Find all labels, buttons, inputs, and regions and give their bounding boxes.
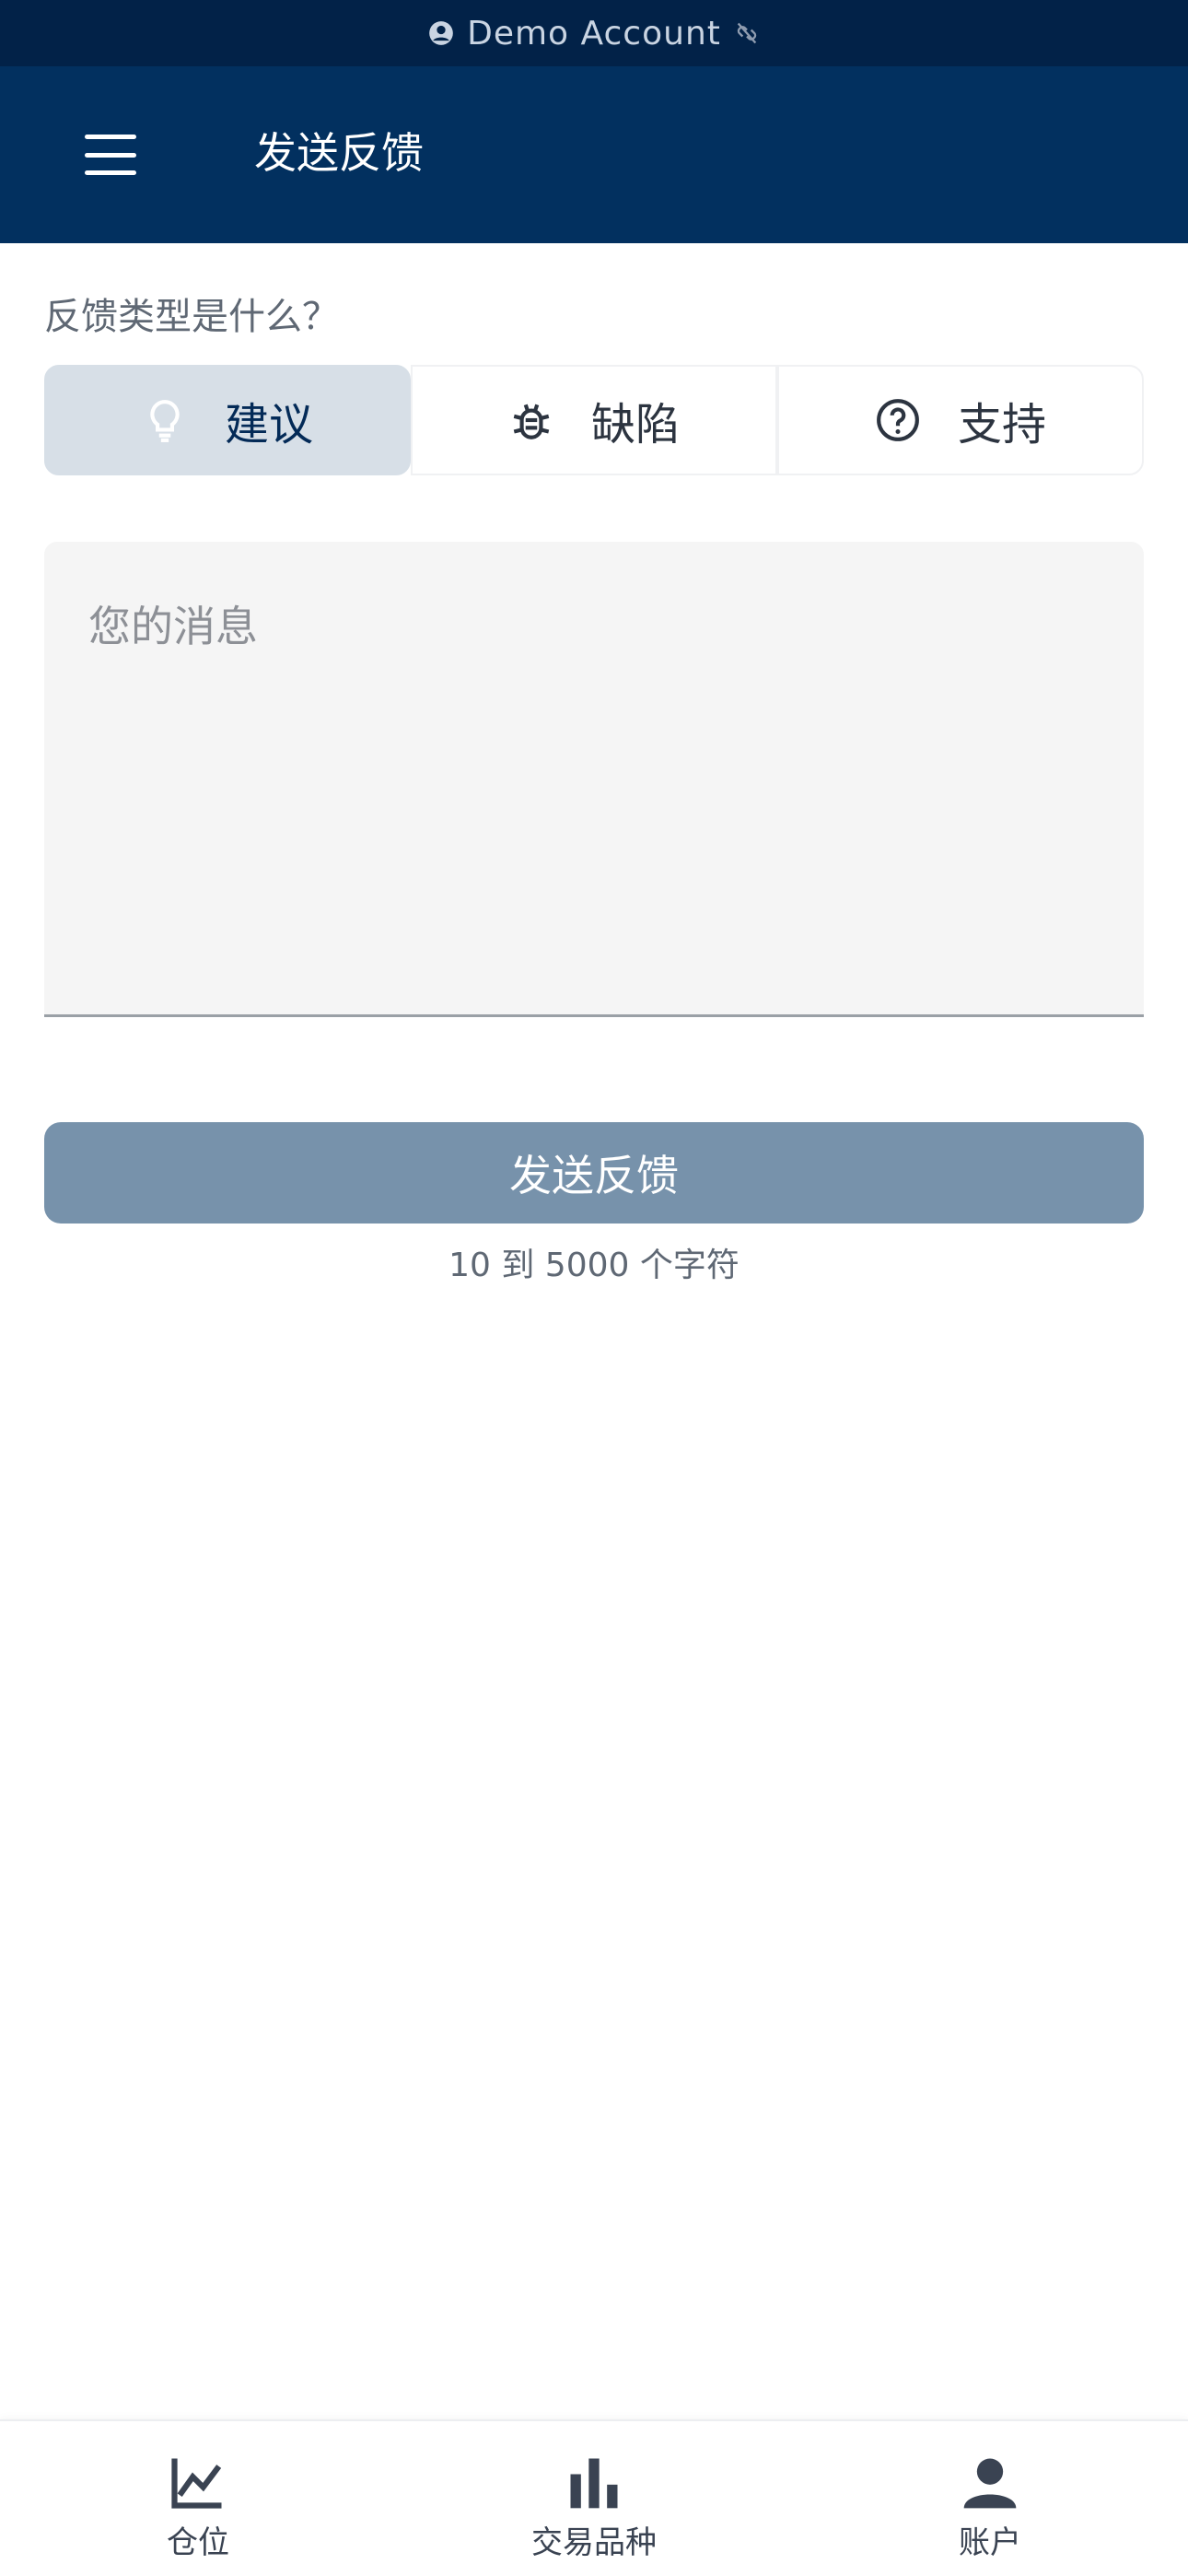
type-option-bug[interactable]: 缺陷 (411, 365, 777, 475)
help-circle-icon (877, 399, 919, 441)
nav-item-account[interactable]: 账户 (792, 2421, 1188, 2576)
link-off-icon (737, 22, 757, 44)
page-title: 发送反馈 (254, 128, 424, 178)
message-field[interactable] (44, 542, 1144, 1017)
send-feedback-button[interactable]: 发送反馈 (44, 1122, 1144, 1224)
type-option-label: 缺陷 (590, 399, 680, 451)
person-icon (963, 2458, 1017, 2509)
demo-account-label: Demo Account (467, 14, 721, 53)
nav-item-instruments[interactable]: 交易品种 (396, 2421, 792, 2576)
feedback-type-selector: 建议 缺陷 支持 (44, 365, 1144, 475)
demo-account-banner: Demo Account (0, 0, 1188, 66)
type-option-suggestion[interactable]: 建议 (44, 365, 411, 475)
nav-label: 仓位 (167, 2524, 229, 2561)
lightbulb-icon (150, 400, 180, 442)
app-header: 发送反馈 (0, 66, 1188, 243)
type-option-label: 支持 (957, 399, 1046, 451)
nav-label: 账户 (959, 2524, 1021, 2561)
message-input[interactable] (44, 542, 1144, 1014)
hamburger-menu-icon[interactable] (85, 135, 136, 175)
feedback-screen: Demo Account 发送反馈 反馈类型是什么？ 建议 缺陷 支持 您的消息… (0, 0, 1188, 2576)
line-chart-icon (171, 2458, 222, 2509)
type-option-support[interactable]: 支持 (777, 365, 1144, 475)
character-limit-hint: 10 到 5000 个字符 (448, 1247, 740, 1284)
bottom-navigation: 仓位 交易品种 账户 (0, 2419, 1188, 2576)
bug-icon (513, 404, 550, 439)
nav-item-positions[interactable]: 仓位 (0, 2421, 396, 2576)
feedback-type-question: 反馈类型是什么？ (44, 296, 339, 338)
bar-chart-icon (570, 2458, 618, 2509)
account-circle-icon (429, 21, 453, 45)
type-option-label: 建议 (224, 399, 313, 451)
nav-label: 交易品种 (531, 2524, 657, 2561)
